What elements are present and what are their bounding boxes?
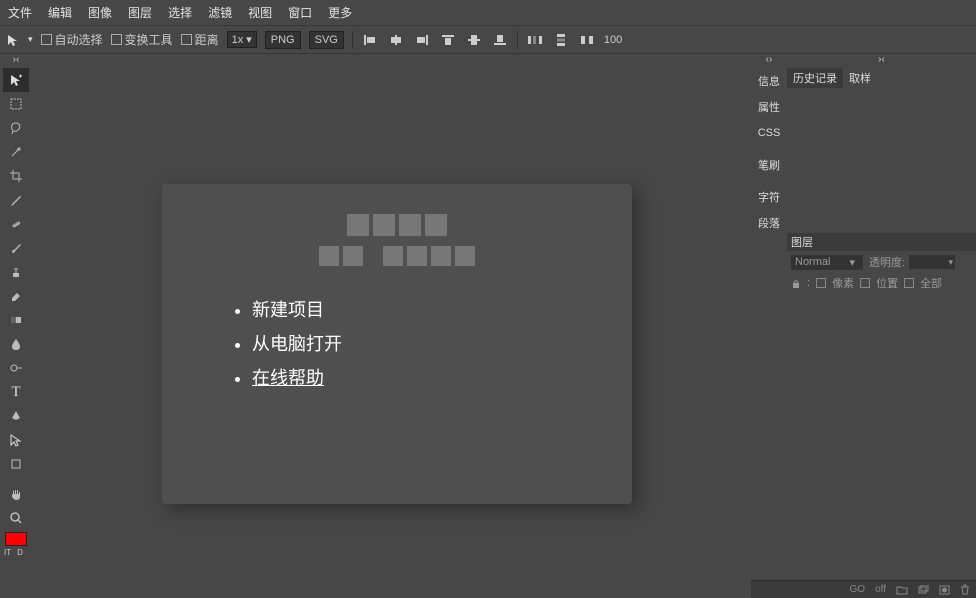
distance-label: 距离	[195, 31, 219, 48]
footer-trash-icon[interactable]	[960, 584, 970, 595]
menu-select[interactable]: 选择	[168, 4, 192, 21]
path-tool[interactable]	[3, 428, 29, 452]
panel-css[interactable]: CSS	[751, 120, 787, 146]
side-panel-tabs: ‹› 信息 属性 CSS 笔刷 字符 段落	[751, 54, 787, 598]
right-panels: ‹› 信息 属性 CSS 笔刷 字符 段落 ›‹ 历史记录 取样 图层 Norm…	[751, 54, 976, 598]
menu-layer[interactable]: 图层	[128, 4, 152, 21]
lock-pixels-label: 像素	[832, 275, 854, 291]
footer-go[interactable]: GO	[850, 584, 866, 595]
eraser-tool[interactable]	[3, 284, 29, 308]
menu-bar: 文件 编辑 图像 图层 选择 滤镜 视图 窗口 更多	[0, 0, 976, 25]
panel-character[interactable]: 字符	[751, 184, 787, 210]
footer-layer-icon[interactable]	[918, 585, 929, 595]
gradient-tool[interactable]	[3, 308, 29, 332]
rightpanel-collapse-icon[interactable]: ›‹	[787, 54, 976, 68]
lock-all-checkbox[interactable]	[904, 278, 914, 288]
menu-edit[interactable]: 编辑	[48, 4, 72, 21]
panel-paragraph[interactable]: 段落	[751, 210, 787, 236]
lock-position-label: 位置	[876, 275, 898, 291]
swatch-label-d: D	[17, 548, 23, 557]
menu-filter[interactable]: 滤镜	[208, 4, 232, 21]
dodge-tool[interactable]	[3, 356, 29, 380]
swatch-label-it: IT	[4, 548, 11, 557]
footer-mask-icon[interactable]	[939, 585, 950, 595]
distribute-v-icon[interactable]	[552, 32, 570, 48]
foreground-swatch[interactable]	[5, 532, 27, 546]
tab-sample[interactable]: 取样	[843, 68, 877, 88]
brush-tool[interactable]	[3, 236, 29, 260]
side-collapse-icon[interactable]: ‹›	[751, 54, 787, 68]
transform-tool-label: 变换工具	[125, 31, 173, 48]
lock-all-label: 全部	[920, 275, 942, 291]
align-center-h-icon[interactable]	[387, 32, 405, 48]
menu-file[interactable]: 文件	[8, 4, 32, 21]
footer-folder-icon[interactable]	[896, 585, 908, 595]
spacing-icon[interactable]	[578, 32, 596, 48]
hand-tool[interactable]	[3, 482, 29, 506]
align-right-icon[interactable]	[413, 32, 431, 48]
distance-checkbox[interactable]: 距离	[181, 31, 219, 48]
lock-icon	[791, 278, 801, 289]
zoom-tool[interactable]	[3, 506, 29, 530]
tab-history[interactable]: 历史记录	[787, 68, 843, 88]
menu-more[interactable]: 更多	[328, 4, 352, 21]
align-top-icon[interactable]	[439, 32, 457, 48]
transform-tool-checkbox[interactable]: 变换工具	[111, 31, 173, 48]
opacity-input[interactable]: ▾	[909, 255, 955, 269]
options-bar: ▾ 自动选择 变换工具 距离 1x ▾ PNG SVG 100	[0, 25, 976, 54]
shape-tool[interactable]	[3, 452, 29, 476]
layers-panel-header[interactable]: 图层	[787, 233, 976, 251]
toolbox-collapse-icon[interactable]: ›‹	[0, 54, 32, 68]
menu-window[interactable]: 窗口	[288, 4, 312, 21]
welcome-open-from-computer[interactable]: 从电脑打开	[252, 330, 572, 356]
blur-tool[interactable]	[3, 332, 29, 356]
export-svg-button[interactable]: SVG	[309, 31, 344, 49]
panel-info[interactable]: 信息	[751, 68, 787, 94]
lasso-tool[interactable]	[3, 116, 29, 140]
spacing-value: 100	[604, 34, 622, 46]
panel-brush[interactable]: 笔刷	[751, 152, 787, 178]
welcome-new-project[interactable]: 新建项目	[252, 296, 572, 322]
menu-image[interactable]: 图像	[88, 4, 112, 21]
status-bar: GO off	[751, 580, 976, 598]
distribute-h-icon[interactable]	[526, 32, 544, 48]
footer-off[interactable]: off	[875, 584, 886, 595]
chevron-down-icon: ▾	[949, 257, 954, 268]
toolbox: ›‹ T IT D	[0, 54, 32, 598]
blend-mode-select[interactable]: Normal▾	[791, 255, 863, 270]
auto-select-label: 自动选择	[55, 31, 103, 48]
welcome-online-help[interactable]: 在线帮助	[252, 364, 572, 390]
menu-view[interactable]: 视图	[248, 4, 272, 21]
type-tool[interactable]: T	[3, 380, 29, 404]
canvas-area: 新建项目 从电脑打开 在线帮助	[32, 54, 751, 598]
marquee-tool[interactable]	[3, 92, 29, 116]
heal-tool[interactable]	[3, 212, 29, 236]
welcome-panel: 新建项目 从电脑打开 在线帮助	[162, 184, 632, 504]
lock-position-checkbox[interactable]	[860, 278, 870, 288]
dropdown-arrow-icon[interactable]: ▾	[28, 34, 33, 45]
opacity-label: 透明度:	[869, 254, 905, 270]
chevron-down-icon: ▾	[849, 256, 855, 269]
pen-tool[interactable]	[3, 404, 29, 428]
panel-properties[interactable]: 属性	[751, 94, 787, 120]
align-left-icon[interactable]	[361, 32, 379, 48]
align-bottom-icon[interactable]	[491, 32, 509, 48]
history-panel-tabs: 历史记录 取样	[787, 68, 976, 88]
crop-tool[interactable]	[3, 164, 29, 188]
wand-tool[interactable]	[3, 140, 29, 164]
lock-pixels-checkbox[interactable]	[816, 278, 826, 288]
clone-tool[interactable]	[3, 260, 29, 284]
export-png-button[interactable]: PNG	[265, 31, 301, 49]
eyedropper-tool[interactable]	[3, 188, 29, 212]
move-tool-icon	[6, 33, 20, 47]
zoom-select[interactable]: 1x ▾	[227, 31, 257, 48]
auto-select-checkbox[interactable]: 自动选择	[41, 31, 103, 48]
align-center-v-icon[interactable]	[465, 32, 483, 48]
history-panel-body: 图层 Normal▾ 透明度: ▾ : 像素 位置 全部	[787, 88, 976, 598]
move-tool[interactable]	[3, 68, 29, 92]
